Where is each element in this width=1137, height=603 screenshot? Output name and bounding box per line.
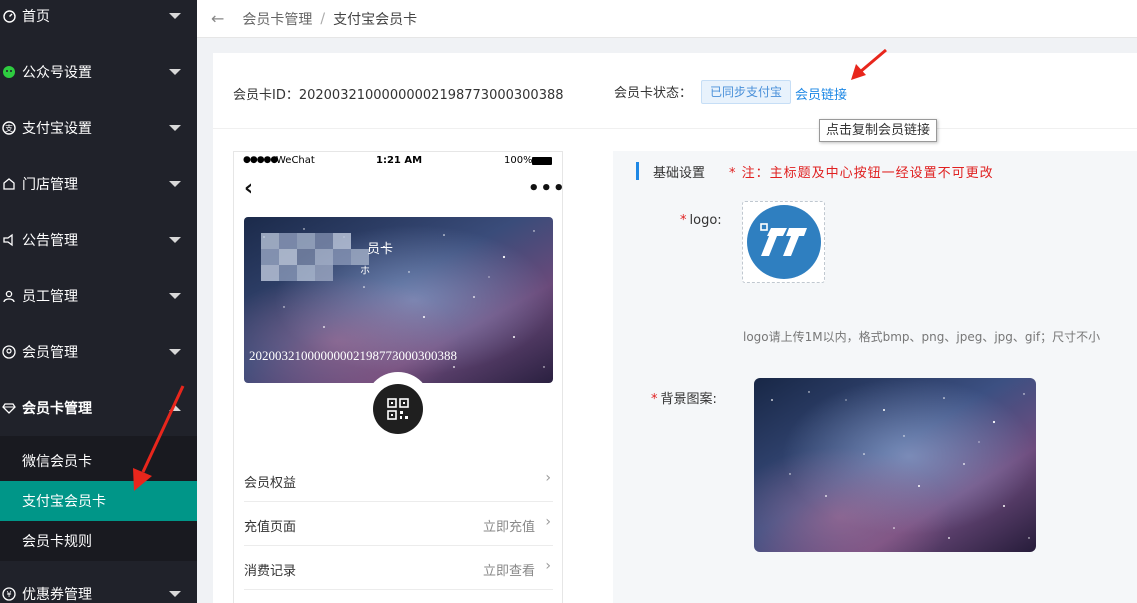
card-preview-subtitle: ホ (360, 266, 370, 277)
card-preview: 员卡 ホ 20200321000000002198773000300388 (244, 217, 553, 383)
section-header: 基础设置 * 注：主标题及中心按钮一经设置不可更改 (636, 161, 994, 181)
store-icon (2, 177, 16, 191)
dashboard-icon (2, 9, 16, 23)
logo-hint: logo请上传1M以内，格式bmp、png、jpeg、jpg、gif；尺寸不小 (743, 330, 1101, 344)
alipay-icon: 支 (2, 121, 16, 135)
phone-time: 1:21 AM (376, 155, 423, 166)
settings-panel: 基础设置 * 注：主标题及中心按钮一经设置不可更改 * logo: logo请上传… (613, 151, 1137, 603)
menu-label: 会员管理 (22, 345, 78, 361)
logo-image (746, 205, 821, 279)
wechat-icon (2, 65, 16, 79)
menu-item-membership-cards[interactable]: 会员卡管理 (0, 380, 197, 436)
menu-label: 优惠券管理 (22, 587, 92, 603)
phone-status-bar: ●●●●● WeChat 1:21 AM 100% (234, 152, 562, 170)
menu-item-coupons[interactable]: ¥ 优惠券管理 (0, 566, 197, 603)
battery-icon (532, 157, 552, 165)
sidebar: 首页 公众号设置 支 支付宝设置 门店管理 公告管理 员工管理 会员管理 会员卡… (0, 0, 197, 603)
breadcrumb-current: 支付宝会员卡 (333, 11, 418, 28)
row-action: 立即充值 (482, 520, 535, 535)
chevron-down-icon (169, 13, 181, 19)
menu-label: 会员卡管理 (22, 401, 92, 417)
menu-item-home[interactable]: 首页 (0, 0, 197, 44)
sub-item-card-rules[interactable]: 会员卡规则 (0, 521, 197, 561)
copy-link-tooltip: 点击复制会员链接 (819, 119, 938, 142)
announcement-icon (2, 233, 16, 247)
sub-item-wechat-card[interactable]: 微信会员卡 (0, 441, 197, 481)
galaxy-background (754, 378, 1036, 552)
breadcrumb-separator: / (320, 10, 326, 27)
row-action: 立即查看 (482, 564, 535, 579)
required-mark: * (651, 392, 658, 407)
row-label: 会员权益 (244, 476, 297, 491)
row-recharge[interactable]: 充值页面 立即充值 › (244, 502, 553, 546)
sub-item-label: 会员卡规则 (22, 534, 92, 550)
logo-label: * logo: (680, 213, 722, 228)
signal-dots-icon: ●●●●● (243, 155, 278, 165)
breadcrumb-item[interactable]: 会员卡管理 (242, 9, 312, 29)
section-note: * 注：主标题及中心按钮一经设置不可更改 (729, 165, 994, 181)
carrier-name: WeChat (276, 155, 315, 166)
row-label: 消费记录 (244, 564, 297, 579)
logo-upload[interactable] (742, 201, 825, 283)
chevron-down-icon (169, 181, 181, 187)
chevron-down-icon (169, 293, 181, 299)
menu-item-announcements[interactable]: 公告管理 (0, 212, 197, 268)
status-badge: 已同步支付宝 (701, 80, 792, 104)
diamond-icon (2, 401, 16, 415)
menu-item-alipay-settings[interactable]: 支 支付宝设置 (0, 100, 197, 156)
sub-item-alipay-card[interactable]: 支付宝会员卡 (0, 481, 197, 521)
menu-item-staff[interactable]: 员工管理 (0, 268, 197, 324)
chevron-right-icon: › (545, 558, 551, 574)
background-image-upload[interactable] (754, 378, 1036, 552)
row-label: 充值页面 (244, 520, 297, 535)
member-icon (2, 345, 16, 359)
sub-item-label: 支付宝会员卡 (22, 494, 106, 510)
more-icon: ••• (528, 178, 566, 199)
card-preview-id: 20200321000000002198773000300388 (249, 348, 457, 363)
menu-item-stores[interactable]: 门店管理 (0, 156, 197, 212)
menu-label: 首页 (22, 9, 50, 25)
card-preview-title: 员卡 (367, 242, 394, 257)
qr-code-button[interactable] (373, 384, 423, 434)
bg-label: * 背景图案: (651, 388, 717, 407)
member-link[interactable]: 会员链接 (795, 84, 847, 103)
required-mark: * (680, 213, 687, 228)
card-header: 会员卡ID：20200321000000002198773000300388 会… (213, 53, 1137, 129)
menu-label: 支付宝设置 (22, 121, 92, 137)
card-status-label: 会员卡状态： (614, 86, 693, 101)
section-accent-bar (636, 162, 639, 180)
card-id-label: 会员卡ID：20200321000000002198773000300388 (233, 88, 564, 103)
chevron-left-icon: ‹ (244, 176, 254, 201)
battery-percent: 100% (504, 155, 533, 166)
chevron-down-icon (169, 237, 181, 243)
staff-icon (2, 289, 16, 303)
qr-code-icon (387, 398, 409, 420)
blurred-logo (261, 233, 369, 281)
menu-label: 门店管理 (22, 177, 78, 193)
menu-item-wechat-settings[interactable]: 公众号设置 (0, 44, 197, 100)
row-consumption-records[interactable]: 消费记录 立即查看 › (244, 546, 553, 590)
back-arrow-icon[interactable]: ← (211, 9, 224, 28)
svg-text:支: 支 (5, 123, 13, 133)
chevron-down-icon (169, 349, 181, 355)
breadcrumb-bar: ← 会员卡管理 / 支付宝会员卡 (197, 0, 1137, 38)
chevron-right-icon: › (545, 470, 551, 486)
sub-item-label: 微信会员卡 (22, 454, 92, 470)
coupon-icon: ¥ (2, 587, 16, 601)
bg-label-text: 背景图案: (660, 392, 717, 407)
chevron-down-icon (169, 591, 181, 597)
menu-label: 员工管理 (22, 289, 78, 305)
chevron-right-icon: › (545, 514, 551, 530)
chevron-up-icon (169, 405, 181, 411)
chevron-down-icon (169, 125, 181, 131)
section-title: 基础设置 (653, 165, 706, 181)
logo-label-text: logo: (689, 213, 722, 228)
svg-text:¥: ¥ (6, 590, 11, 599)
phone-preview: ●●●●● WeChat 1:21 AM 100% ‹ ••• 员卡 ホ 202… (233, 151, 566, 603)
menu-label: 公众号设置 (22, 65, 92, 81)
chevron-down-icon (169, 69, 181, 75)
menu-label: 公告管理 (22, 233, 78, 249)
menu-item-members[interactable]: 会员管理 (0, 324, 197, 380)
row-member-benefits[interactable]: 会员权益 › (244, 458, 553, 502)
